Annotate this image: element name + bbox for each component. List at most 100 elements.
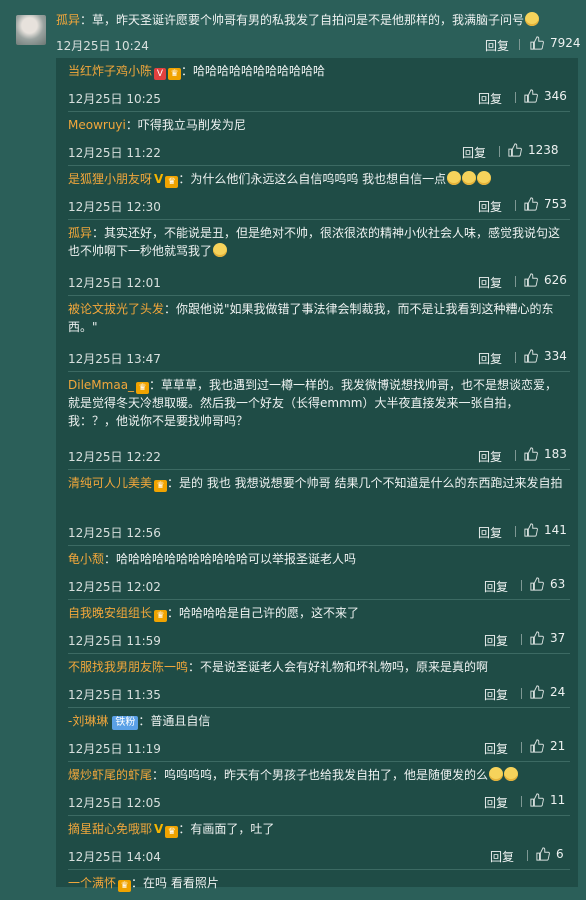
divider (521, 688, 522, 699)
reply-username[interactable]: 清纯可人儿美美 (68, 476, 152, 490)
verified-badge-icon: V (154, 822, 164, 836)
reply-username[interactable]: DileMmaa_ (68, 378, 134, 392)
divider (521, 634, 522, 645)
comment-text: ：草，昨天圣诞许愿要个帅哥有男的私我发了自拍问是不是他那样的，我满脑子问号 (80, 13, 525, 27)
reply-content: 自我晚安组组长 ♛ ：哈哈哈哈是自己许的愿，这不来了 (68, 604, 564, 622)
like-count: 24 (550, 685, 566, 699)
like-button[interactable]: 63 (530, 577, 565, 591)
verified-badge-icon: V (154, 68, 167, 80)
avatar[interactable] (16, 15, 46, 45)
divider (521, 742, 522, 753)
smiley-emoji-icon (477, 171, 492, 185)
reply-username[interactable]: 被论文拔光了头发 (68, 302, 164, 316)
reply-item: 被论文拔光了头发：你跟他说"如果我做错了事法律会制裁我，而不是让我看到这种糟心的… (56, 296, 578, 372)
thumbs-up-icon (524, 523, 538, 537)
reply-item: 是狐狸小朋友呀 V ♛ ：为什么他们永远这么自信呜呜呜 我也想自信一点 12月25日 1… (56, 166, 578, 220)
thumbs-up-icon (524, 349, 538, 363)
reply-username[interactable]: 当红炸子鸡小陈 (68, 64, 152, 78)
like-button[interactable]: 6 (536, 847, 564, 861)
reply-username[interactable]: 龟小颓 (68, 552, 104, 566)
like-button[interactable]: 626 (524, 273, 567, 287)
reply-content: 孤异：其实还好，不能说是丑，但是绝对不帅，很浓很浓的精神小伙社会人味，感觉我说句… (68, 224, 564, 260)
reply-button[interactable]: 回复 (484, 740, 508, 757)
comment-username[interactable]: 孤异 (56, 13, 80, 27)
reply-text: ：哈哈哈哈哈哈哈哈哈哈哈可以举报圣诞老人吗 (104, 552, 357, 566)
reply-username[interactable]: 一个满怀 (68, 876, 116, 890)
like-button[interactable]: 1238 (508, 143, 559, 157)
reply-content: 爆炒虾尾的虾尾：呜呜呜呜，昨天有个男孩子也给我发自拍了，他是随便发的么 (68, 766, 564, 784)
like-button[interactable]: 346 (524, 89, 567, 103)
crown-badge-icon: ♛ (154, 480, 168, 492)
reply-content: 是狐狸小朋友呀 V ♛ ：为什么他们永远这么自信呜呜呜 我也想自信一点 (68, 170, 564, 188)
reply-button[interactable]: 回复 (478, 448, 502, 465)
like-count: 183 (544, 447, 567, 461)
reply-button[interactable]: 回复 (484, 578, 508, 595)
like-count: 141 (544, 523, 567, 537)
reply-username[interactable]: 摘星甜心免哦耶 (68, 822, 152, 836)
reply-button[interactable]: 回复 (484, 632, 508, 649)
reply-time: 12月25日 13:47 (68, 352, 161, 366)
divider (515, 352, 516, 363)
reply-item: 孤异：其实还好，不能说是丑，但是绝对不帅，很浓很浓的精神小伙社会人味，感觉我说句… (56, 220, 578, 296)
like-button[interactable]: 753 (524, 197, 567, 211)
like-count: 63 (550, 577, 566, 591)
like-button[interactable]: 24 (530, 685, 565, 699)
reply-item: 不服找我男朋友陈一鸣：不是说圣诞老人会有好礼物和坏礼物吗，原来是真的啊 12月25… (56, 654, 578, 708)
reply-item: -刘琳琳 铁粉 ：普通且自信 12月25日 11:19 回复 21 (56, 708, 578, 762)
crown-badge-icon: ♛ (154, 610, 168, 622)
like-count: 6 (556, 847, 564, 861)
smiley-emoji-icon (504, 767, 519, 781)
like-button[interactable]: 37 (530, 631, 565, 645)
reply-username[interactable]: 爆炒虾尾的虾尾 (68, 768, 152, 782)
thumbs-up-icon (530, 36, 544, 50)
reply-text: ：普通且自信 (138, 714, 211, 728)
crown-badge-icon: ♛ (168, 68, 182, 80)
reply-content: Meowruyi：吓得我立马削发为尼 (68, 116, 564, 134)
reply-time: 12月25日 12:30 (68, 200, 161, 214)
smiley-emoji-icon (525, 12, 540, 26)
reply-button[interactable]: 回复 (478, 198, 502, 215)
reply-button[interactable]: 回复 (478, 90, 502, 107)
reply-content: 清纯可人儿美美 ♛ ：是的 我也 我想说想要个帅哥 结果几个不知道是什么的东西跑过来… (68, 474, 564, 492)
reply-time: 12月25日 11:59 (68, 634, 161, 648)
reply-username[interactable]: 是狐狸小朋友呀 (68, 172, 152, 186)
reply-time: 12月25日 14:04 (68, 850, 161, 864)
reply-button[interactable]: 回复 (462, 144, 486, 161)
like-button[interactable]: 11 (530, 793, 565, 807)
reply-time: 12月25日 12:01 (68, 276, 161, 290)
reply-button[interactable]: 回复 (485, 37, 509, 54)
like-button[interactable]: 183 (524, 447, 567, 461)
smiley-emoji-icon (462, 171, 477, 185)
like-button[interactable]: 334 (524, 349, 567, 363)
comment-time: 12月25日 10:24 (56, 39, 149, 53)
divider (515, 450, 516, 461)
reply-button[interactable]: 回复 (478, 350, 502, 367)
divider (515, 526, 516, 537)
like-button[interactable]: 141 (524, 523, 567, 537)
reply-button[interactable]: 回复 (490, 848, 514, 865)
reply-item: 龟小颓：哈哈哈哈哈哈哈哈哈哈哈可以举报圣诞老人吗 12月25日 12:02 回复 63 (56, 546, 578, 600)
reply-time: 12月25日 11:35 (68, 688, 161, 702)
reply-username[interactable]: 不服找我男朋友陈一鸣 (68, 660, 188, 674)
reply-username[interactable]: 自我晚安组组长 (68, 606, 152, 620)
divider (527, 850, 528, 861)
like-button[interactable]: 21 (530, 739, 565, 753)
like-count: 1238 (528, 143, 559, 157)
reply-time: 12月25日 12:02 (68, 580, 161, 594)
smiley-emoji-icon (213, 243, 228, 257)
reply-button[interactable]: 回复 (484, 686, 508, 703)
reply-button[interactable]: 回复 (478, 274, 502, 291)
crown-badge-icon: ♛ (165, 826, 179, 838)
reply-username[interactable]: -刘琳琳 (68, 714, 108, 728)
like-button[interactable]: 7924 (530, 36, 581, 50)
reply-username[interactable]: 孤异 (68, 226, 92, 240)
main-comment-content: 孤异：草，昨天圣诞许愿要个帅哥有男的私我发了自拍问是不是他那样的，我满脑子问号 (56, 11, 556, 28)
reply-item: Meowruyi：吓得我立马削发为尼 12月25日 11:22 回复 1238 (56, 112, 578, 166)
reply-username[interactable]: Meowruyi (68, 118, 126, 132)
reply-button[interactable]: 回复 (484, 794, 508, 811)
divider (515, 200, 516, 211)
reply-text: ：是的 我也 我想说想要个帅哥 结果几个不知道是什么的东西跑过来发自拍 (167, 476, 563, 490)
thumbs-up-icon (508, 143, 522, 157)
reply-button[interactable]: 回复 (478, 524, 502, 541)
fan-badge: 铁粉 (112, 716, 139, 730)
